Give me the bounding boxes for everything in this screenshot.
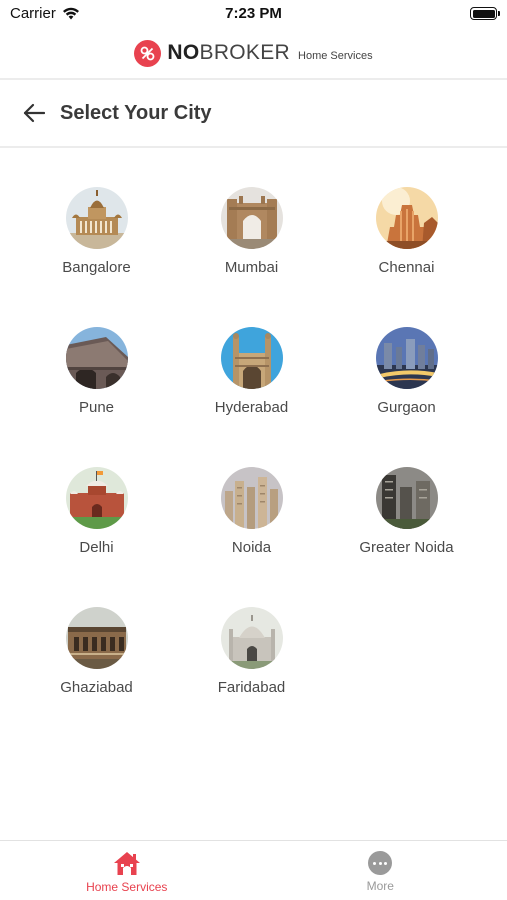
temple-image [375, 187, 438, 249]
city-item-noida[interactable]: Noida [174, 467, 329, 607]
city-name: Greater Noida [359, 539, 454, 556]
city-item-bangalore[interactable]: Bangalore [19, 187, 174, 327]
nav-label-more: More [366, 879, 394, 893]
nobroker-logo-icon [134, 39, 162, 67]
city-item-faridabad[interactable]: Faridabad [174, 607, 329, 747]
city-name: Gurgaon [377, 399, 436, 416]
battery-icon [470, 7, 500, 20]
brand-subtitle: Home Services [298, 49, 373, 62]
city-item-mumbai[interactable]: Mumbai [174, 187, 329, 327]
title-row: Select Your City [0, 80, 507, 146]
red-fort-image [65, 467, 128, 529]
home-icon [113, 852, 140, 875]
city-item-pune[interactable]: Pune [19, 327, 174, 467]
shaniwar-wada-image [65, 327, 128, 389]
city-item-greater-noida[interactable]: Greater Noida [329, 467, 484, 607]
city-item-hyderabad[interactable]: Hyderabad [174, 327, 329, 467]
city-name: Bangalore [62, 259, 131, 276]
city-name: Pune [78, 399, 115, 416]
bottom-nav: Home Services More [0, 840, 507, 900]
buildings-image [375, 467, 438, 529]
gateway-of-india-image [220, 187, 283, 249]
heritage-building-image [65, 607, 128, 669]
city-name: Hyderabad [214, 399, 289, 416]
brand-name: NOBROKER [167, 41, 291, 64]
city-name: Mumbai [224, 259, 279, 276]
dome-monument-image [220, 607, 283, 669]
status-bar: Carrier 7:23 PM [0, 0, 507, 28]
city-name: Noida [231, 539, 272, 556]
charminar-image [220, 327, 283, 389]
city-item-gurgaon[interactable]: Gurgaon [329, 327, 484, 467]
skyline-image [375, 327, 438, 389]
divider [0, 146, 507, 148]
city-name: Ghaziabad [60, 679, 133, 696]
nav-label-home-services: Home Services [86, 880, 168, 894]
back-arrow-icon [23, 103, 45, 123]
city-name: Chennai [378, 259, 435, 276]
city-item-ghaziabad[interactable]: Ghaziabad [19, 607, 174, 747]
city-item-chennai[interactable]: Chennai [329, 187, 484, 327]
page-title: Select Your City [60, 101, 212, 124]
nav-home-services[interactable]: Home Services [0, 841, 254, 900]
brand-header: NOBROKER Home Services [0, 36, 507, 70]
city-name: Faridabad [217, 679, 286, 696]
more-icon [368, 851, 393, 875]
back-button[interactable] [16, 95, 52, 131]
city-name: Delhi [79, 539, 114, 556]
towers-image [220, 467, 283, 529]
nav-more[interactable]: More [254, 841, 507, 900]
status-time: 7:23 PM [225, 5, 282, 22]
city-grid: Bangalore Mumbai Chennai Pune Hyderabad … [19, 187, 484, 747]
vidhana-soudha-image [65, 187, 128, 249]
city-item-delhi[interactable]: Delhi [19, 467, 174, 607]
